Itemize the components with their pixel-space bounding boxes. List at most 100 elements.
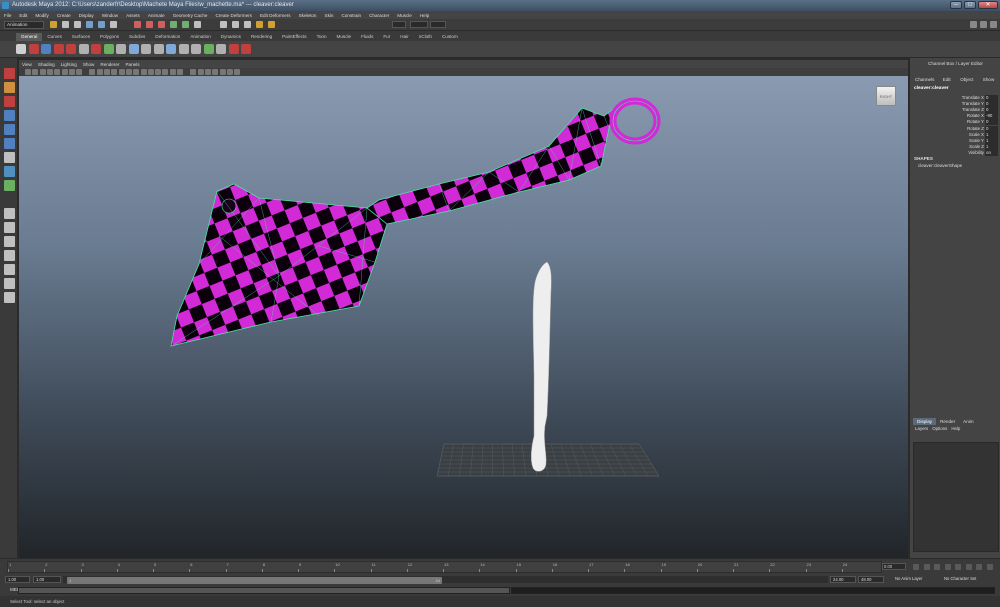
attribute-value-field[interactable]: 0 [985, 107, 998, 114]
shelf-tool-icon[interactable] [53, 44, 64, 54]
menu-create[interactable]: Create [53, 13, 75, 18]
input-field-3[interactable] [430, 21, 446, 28]
shelf-tool-icon[interactable] [178, 44, 189, 54]
viewport-scene[interactable] [19, 76, 908, 558]
toolbox-tool-icon[interactable] [4, 166, 15, 177]
status-tool-icon[interactable] [74, 21, 81, 28]
viewport-tool-icon[interactable] [169, 69, 176, 75]
viewport-tool-icon[interactable] [68, 69, 75, 75]
menu-file[interactable]: File [0, 13, 15, 18]
layer-tab-anim[interactable]: Anim [959, 418, 977, 425]
attribute-value-field[interactable]: 0 [985, 119, 998, 126]
viewport-tool-icon[interactable] [96, 69, 103, 75]
viewport-tool-icon[interactable] [104, 69, 110, 75]
tab-toon[interactable]: Toon [312, 33, 332, 41]
shelf-tool-icon[interactable] [78, 44, 89, 54]
channel-attribute-row[interactable]: Scale X1 [918, 131, 998, 138]
attribute-value-field[interactable]: 1 [985, 131, 998, 138]
menu-skin[interactable]: Skin [321, 13, 338, 18]
viewport-tool-icon[interactable] [190, 69, 197, 75]
layer-menu-help[interactable]: Help [951, 426, 960, 431]
tab-hair[interactable]: Hair [395, 33, 413, 41]
shelf-tool-icon[interactable] [41, 44, 51, 54]
playback-end-field[interactable]: 24.00 [830, 576, 856, 583]
play-back-button[interactable] [944, 564, 951, 570]
menu-modify[interactable]: Modify [31, 13, 53, 18]
shelf-tool-icon[interactable] [153, 44, 164, 54]
menu-display[interactable]: Display [75, 13, 98, 18]
status-tool-icon[interactable] [244, 21, 251, 28]
viewport-tool-icon[interactable] [162, 69, 169, 75]
viewport-tool-icon[interactable] [140, 69, 147, 75]
playback-start-field[interactable]: 1.00 [33, 576, 61, 583]
status-tool-icon[interactable] [86, 21, 93, 28]
attribute-value-field[interactable]: 0 [985, 95, 998, 101]
anim-layer-selector[interactable]: No Anim Layer [893, 576, 938, 583]
status-tool-icon[interactable] [220, 21, 227, 28]
attribute-value-field[interactable]: 0 [985, 125, 998, 132]
toolbox-tool-icon[interactable] [4, 68, 15, 79]
viewport-tool-icon[interactable] [226, 69, 233, 75]
current-frame-field[interactable]: 0.00 [882, 563, 906, 570]
channelbox-menu-object[interactable]: Object [960, 77, 973, 82]
channel-attribute-row[interactable]: Scale Y1 [918, 137, 998, 144]
viewport-tool-icon[interactable] [197, 69, 204, 75]
tab-fluids[interactable]: Fluids [356, 33, 378, 41]
tab-painteffects[interactable]: PaintEffects [277, 33, 311, 41]
toggle-attribute-editor-icon[interactable] [980, 21, 987, 28]
menu-edit[interactable]: Edit [15, 13, 31, 18]
end-time-field[interactable]: 48.00 [858, 576, 884, 583]
menu-skeleton[interactable]: Skeleton [295, 13, 321, 18]
menu-character[interactable]: Character [365, 13, 393, 18]
viewport-tool-icon[interactable] [118, 69, 125, 75]
channel-attribute-row[interactable]: Translate X0 [918, 95, 998, 101]
attribute-value-field[interactable]: on [985, 149, 998, 156]
menu-set-selector[interactable]: Animation [4, 21, 44, 29]
tab-curves[interactable]: Curves [42, 33, 67, 41]
toolbox-tool-icon[interactable] [4, 264, 15, 275]
menu-animate[interactable]: Animate [144, 13, 169, 18]
channel-attribute-row[interactable]: Visibility on [918, 149, 998, 156]
layer-menu-layers[interactable]: Layers [915, 426, 928, 431]
viewport-tool-icon[interactable] [147, 69, 154, 75]
viewport-tool-icon[interactable] [54, 69, 61, 75]
menu-muscle[interactable]: Muscle [393, 13, 416, 18]
toolbox-tool-icon[interactable] [4, 152, 15, 163]
shelf-tool-icon[interactable] [216, 44, 226, 54]
viewport-panel[interactable]: RIGHT [19, 76, 908, 558]
cleaver-model[interactable] [170, 97, 661, 347]
menu-create-deformers[interactable]: Create Deformers [211, 13, 256, 18]
go-to-end-button[interactable] [986, 564, 993, 570]
character-set-selector[interactable]: No Character Set [942, 576, 992, 583]
viewport-menu-shading[interactable]: Shading [35, 62, 58, 67]
toolbox-tool-icon[interactable] [4, 222, 15, 233]
viewport-menu-lighting[interactable]: Lighting [58, 62, 80, 67]
status-tool-icon[interactable] [256, 21, 263, 28]
shelf-tool-icon[interactable] [141, 44, 151, 54]
tab-muscle[interactable]: Muscle [332, 33, 357, 41]
viewport-tool-icon[interactable] [133, 69, 140, 75]
machete-model[interactable] [530, 261, 552, 472]
time-slider[interactable]: 1 2 3 4 5 6 7 8 9 10 11 12 13 14 15 16 17 18 19 20 21 22 23 24 … [0, 558, 1000, 575]
tab-general[interactable]: General [16, 33, 43, 41]
channel-attribute-row[interactable]: Rotate X -90 [918, 113, 998, 120]
attribute-value-field[interactable]: 1 [985, 137, 998, 144]
status-tool-icon[interactable] [50, 21, 57, 28]
channel-attribute-row[interactable]: Scale Z1 [918, 143, 998, 150]
step-back-button[interactable] [923, 564, 930, 570]
selected-object-name[interactable]: cleaver:cleaver [914, 86, 949, 91]
toolbox-tool-icon[interactable] [4, 96, 15, 107]
status-tool-icon[interactable] [268, 21, 275, 28]
shelf-tool-icon[interactable] [28, 44, 39, 54]
viewport-tool-icon[interactable] [39, 69, 46, 75]
input-field-2[interactable] [410, 21, 428, 28]
viewport-menu-renderer[interactable]: Renderer [97, 62, 122, 67]
status-tool-icon[interactable] [170, 21, 177, 28]
layer-tab-render[interactable]: Render [936, 418, 959, 425]
toolbox-tool-icon[interactable] [4, 236, 15, 247]
toolbox-tool-icon[interactable] [4, 208, 15, 219]
status-tool-icon[interactable] [158, 21, 165, 28]
channel-attribute-row[interactable]: Rotate Z0 [918, 125, 998, 132]
tab-polygons[interactable]: Polygons [95, 33, 124, 41]
viewport-tool-icon[interactable] [76, 69, 83, 75]
